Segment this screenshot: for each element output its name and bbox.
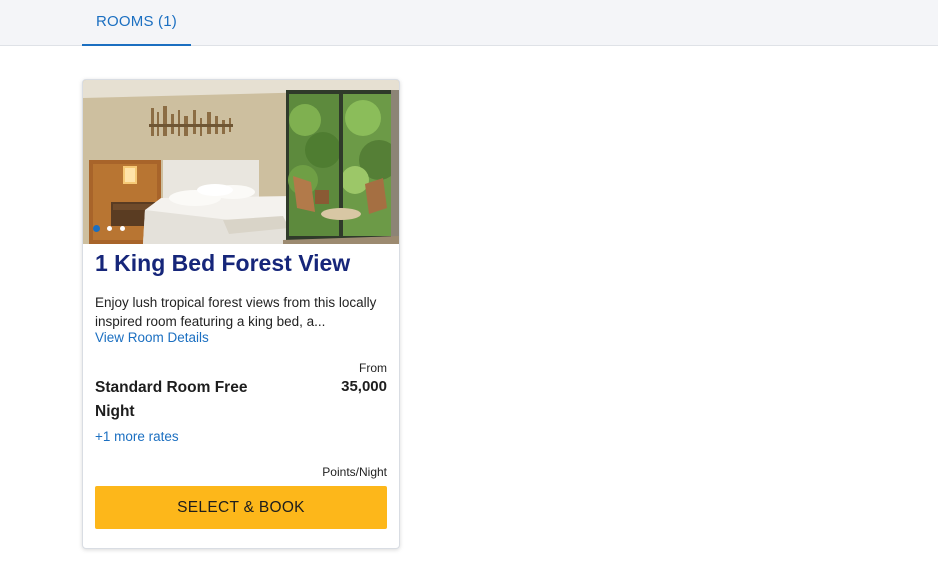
carousel-dot-1[interactable] <box>93 225 100 232</box>
carousel-dot-2[interactable] <box>107 226 113 231</box>
price-unit: Points/Night <box>322 465 387 479</box>
room-description: Enjoy lush tropical forest views from th… <box>95 295 377 329</box>
carousel-dot-3[interactable] <box>119 226 125 231</box>
price-points: 35,000 <box>341 378 387 395</box>
carousel-dots <box>93 225 128 232</box>
select-and-book-button[interactable]: SELECT & BOOK <box>95 486 387 529</box>
view-room-details-link[interactable]: View Room Details <box>95 330 209 345</box>
room-photo[interactable] <box>83 80 399 244</box>
more-rates-link[interactable]: +1 more rates <box>95 429 179 444</box>
price-prefix: From <box>359 361 387 375</box>
room-card: 1 King Bed Forest View Enjoy lush tropic… <box>82 79 400 549</box>
room-title: 1 King Bed Forest View <box>95 250 351 276</box>
room-photo-image <box>83 80 399 244</box>
tab-rooms[interactable]: ROOMS (1) <box>82 0 191 46</box>
tab-bar: ROOMS (1) <box>0 0 938 46</box>
rate-name: Standard Room Free Night <box>95 379 248 420</box>
